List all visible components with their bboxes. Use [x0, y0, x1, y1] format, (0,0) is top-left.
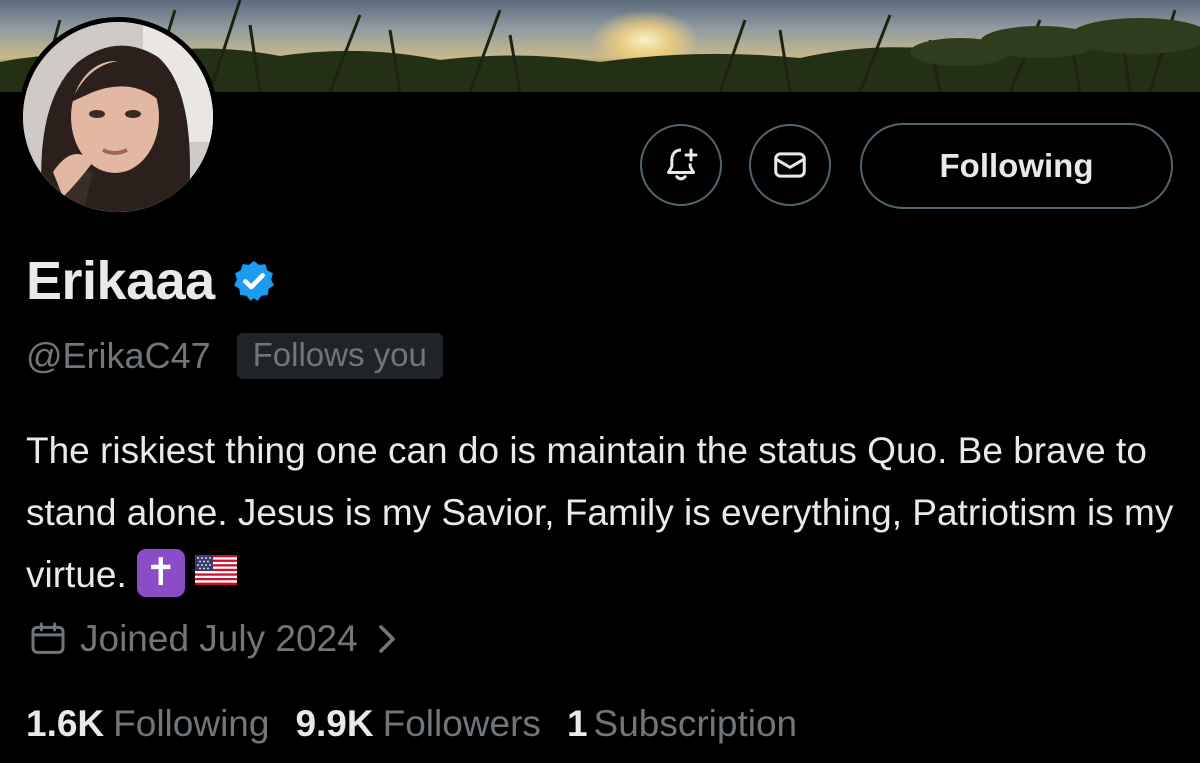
joined-date-text: Joined July 2024 — [80, 618, 358, 659]
profile-name-row: Erikaaa — [26, 250, 277, 312]
joined-date-row[interactable]: Joined July 2024 — [28, 618, 396, 660]
latin-cross-emoji: ✝ — [136, 549, 185, 598]
subscriptions-stat[interactable]: 1 Subscription — [567, 703, 797, 745]
followers-count: 9.9K — [295, 703, 374, 744]
bell-plus-icon — [667, 148, 698, 181]
chevron-right-icon — [378, 624, 396, 654]
verified-badge-icon[interactable] — [231, 258, 277, 304]
profile-avatar[interactable] — [18, 17, 218, 217]
followers-stat[interactable]: 9.9K Followers — [295, 703, 540, 745]
avatar-photo — [23, 22, 213, 212]
subscriptions-count: 1 — [566, 703, 588, 744]
profile-stats: 1.6K Following 9.9K Followers 1 Subscriptio… — [26, 703, 823, 745]
message-button[interactable] — [749, 124, 831, 206]
followers-label: Followers — [382, 703, 541, 744]
envelope-icon — [774, 152, 806, 178]
notifications-button[interactable] — [640, 124, 722, 206]
handle-row: @ErikaC47 Follows you — [26, 333, 443, 379]
display-name: Erikaaa — [26, 251, 215, 311]
calendar-icon — [28, 619, 68, 659]
profile-bio: The riskiest thing one can do is maintai… — [26, 420, 1176, 606]
follows-you-badge: Follows you — [236, 333, 443, 379]
following-label: Following — [113, 703, 270, 744]
us-flag-emoji — [194, 542, 237, 604]
following-stat[interactable]: 1.6K Following — [26, 703, 269, 745]
following-button[interactable]: Following — [860, 123, 1173, 209]
following-count: 1.6K — [26, 703, 105, 744]
subscriptions-label: Subscription — [593, 703, 798, 744]
user-handle: @ErikaC47 — [26, 335, 211, 376]
